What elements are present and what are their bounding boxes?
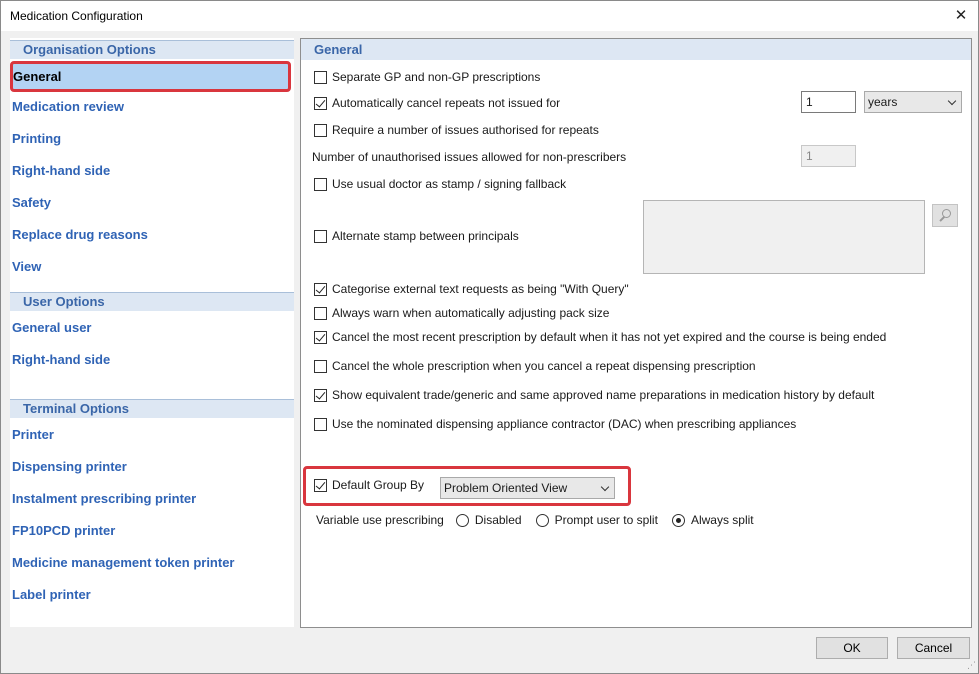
default-group-label: Default Group By [332, 478, 425, 492]
use-dac-label: Use the nominated dispensing appliance c… [332, 417, 797, 431]
variable-use-label: Variable use prescribing [316, 513, 444, 527]
sidebar-item-right-hand-side[interactable]: Right-hand side [12, 161, 110, 181]
sidebar-item-label-printer[interactable]: Label printer [12, 585, 91, 605]
principals-list[interactable] [643, 200, 925, 274]
sidebar-item-printer[interactable]: Printer [12, 425, 54, 445]
show-equivalent-label: Show equivalent trade/generic and same a… [332, 388, 875, 402]
radio-disabled-label: Disabled [474, 513, 522, 527]
sidebar-item-medicine-management-token-printer[interactable]: Medicine management token printer [12, 553, 235, 573]
sidebar-item-user-right-hand-side[interactable]: Right-hand side [12, 350, 110, 370]
require-issues-checkbox[interactable] [314, 123, 327, 137]
default-group-select[interactable]: Problem Oriented View [440, 477, 615, 499]
auto-cancel-label: Automatically cancel repeats not issued … [332, 96, 561, 110]
auto-cancel-unit-value: years [868, 95, 898, 109]
ok-button[interactable]: OK [816, 637, 888, 659]
cancel-whole-label: Cancel the whole prescription when you c… [332, 359, 756, 373]
radio-disabled[interactable] [455, 513, 469, 527]
sidebar-item-general[interactable]: General [10, 61, 291, 92]
option-usual-doctor: Use usual doctor as stamp / signing fall… [314, 176, 566, 192]
option-cancel-whole: Cancel the whole prescription when you c… [314, 358, 756, 374]
default-group-value: Problem Oriented View [444, 481, 568, 495]
cancel-whole-checkbox[interactable] [314, 359, 327, 373]
sidebar-item-medication-review[interactable]: Medication review [12, 97, 124, 117]
option-separate-gp: Separate GP and non-GP prescriptions [314, 69, 540, 85]
panel-title: General [301, 39, 971, 60]
sidebar-item-general-user[interactable]: General user [12, 318, 92, 338]
auto-cancel-checkbox[interactable] [314, 96, 327, 110]
option-always-warn: Always warn when automatically adjusting… [314, 305, 609, 321]
unauthorised-issues-label: Number of unauthorised issues allowed fo… [312, 150, 627, 164]
sidebar-item-instalment-prescribing-printer[interactable]: Instalment prescribing printer [12, 489, 196, 509]
radio-prompt-user[interactable] [535, 513, 549, 527]
chevron-down-icon [947, 96, 957, 106]
window-title: Medication Configuration [10, 9, 143, 23]
chevron-down-icon [600, 482, 610, 492]
option-unauthorised-issues: Number of unauthorised issues allowed fo… [312, 149, 626, 165]
unauthorised-issues-input[interactable]: 1 [801, 145, 856, 167]
radio-prompt-user-label: Prompt user to split [554, 513, 658, 527]
sidebar-item-safety[interactable]: Safety [12, 193, 51, 213]
separate-gp-label: Separate GP and non-GP prescriptions [332, 70, 541, 84]
alternate-stamp-checkbox[interactable] [314, 229, 327, 243]
separate-gp-checkbox[interactable] [314, 70, 327, 84]
categorise-label: Categorise external text requests as bei… [332, 282, 629, 296]
usual-doctor-checkbox[interactable] [314, 177, 327, 191]
radio-always-split[interactable] [671, 513, 685, 527]
sidebar-item-replace-drug-reasons[interactable]: Replace drug reasons [12, 225, 148, 245]
auto-cancel-period-input[interactable]: 1 [801, 91, 856, 113]
require-issues-label: Require a number of issues authorised fo… [332, 123, 599, 137]
organisation-options-header: Organisation Options [10, 40, 294, 59]
auto-cancel-unit-select[interactable]: years [864, 91, 962, 113]
search-principals-button[interactable] [932, 204, 958, 227]
option-cancel-recent: Cancel the most recent prescription by d… [314, 329, 886, 345]
cancel-button[interactable]: Cancel [897, 637, 970, 659]
option-use-dac: Use the nominated dispensing appliance c… [314, 416, 796, 432]
variable-use-group: Variable use prescribing Disabled Prompt… [316, 512, 754, 528]
show-equivalent-checkbox[interactable] [314, 388, 327, 402]
alternate-stamp-label: Alternate stamp between principals [332, 229, 519, 243]
resize-grip-icon[interactable]: ⋰ [967, 660, 976, 671]
medication-configuration-dialog: Medication Configuration ✕ Organisation … [0, 0, 979, 674]
cancel-recent-checkbox[interactable] [314, 330, 327, 344]
option-show-equivalent: Show equivalent trade/generic and same a… [314, 387, 874, 403]
use-dac-checkbox[interactable] [314, 417, 327, 431]
search-icon-handle [939, 216, 945, 222]
sidebar-item-view[interactable]: View [12, 257, 41, 277]
sidebar-item-fp10pcd-printer[interactable]: FP10PCD printer [12, 521, 115, 541]
option-default-group: Default Group By [314, 477, 424, 493]
user-options-header: User Options [10, 292, 294, 311]
title-bar: Medication Configuration ✕ [1, 1, 978, 31]
general-settings-panel: General Separate GP and non-GP prescript… [300, 38, 972, 628]
close-icon[interactable]: ✕ [944, 1, 978, 31]
radio-always-split-label: Always split [690, 513, 754, 527]
sidebar-item-label: General [13, 69, 62, 84]
option-alternate-stamp: Alternate stamp between principals [314, 228, 519, 244]
terminal-options-header: Terminal Options [10, 399, 294, 418]
always-warn-checkbox[interactable] [314, 306, 327, 320]
sidebar-item-dispensing-printer[interactable]: Dispensing printer [12, 457, 127, 477]
option-categorise: Categorise external text requests as bei… [314, 281, 629, 297]
options-sidebar: Organisation Options General Medication … [10, 38, 294, 627]
always-warn-label: Always warn when automatically adjusting… [332, 306, 610, 320]
option-require-issues: Require a number of issues authorised fo… [314, 122, 599, 138]
usual-doctor-label: Use usual doctor as stamp / signing fall… [332, 177, 567, 191]
cancel-recent-label: Cancel the most recent prescription by d… [332, 330, 887, 344]
sidebar-item-printing[interactable]: Printing [12, 129, 61, 149]
option-auto-cancel: Automatically cancel repeats not issued … [314, 95, 560, 111]
default-group-checkbox[interactable] [314, 478, 327, 492]
categorise-checkbox[interactable] [314, 282, 327, 296]
